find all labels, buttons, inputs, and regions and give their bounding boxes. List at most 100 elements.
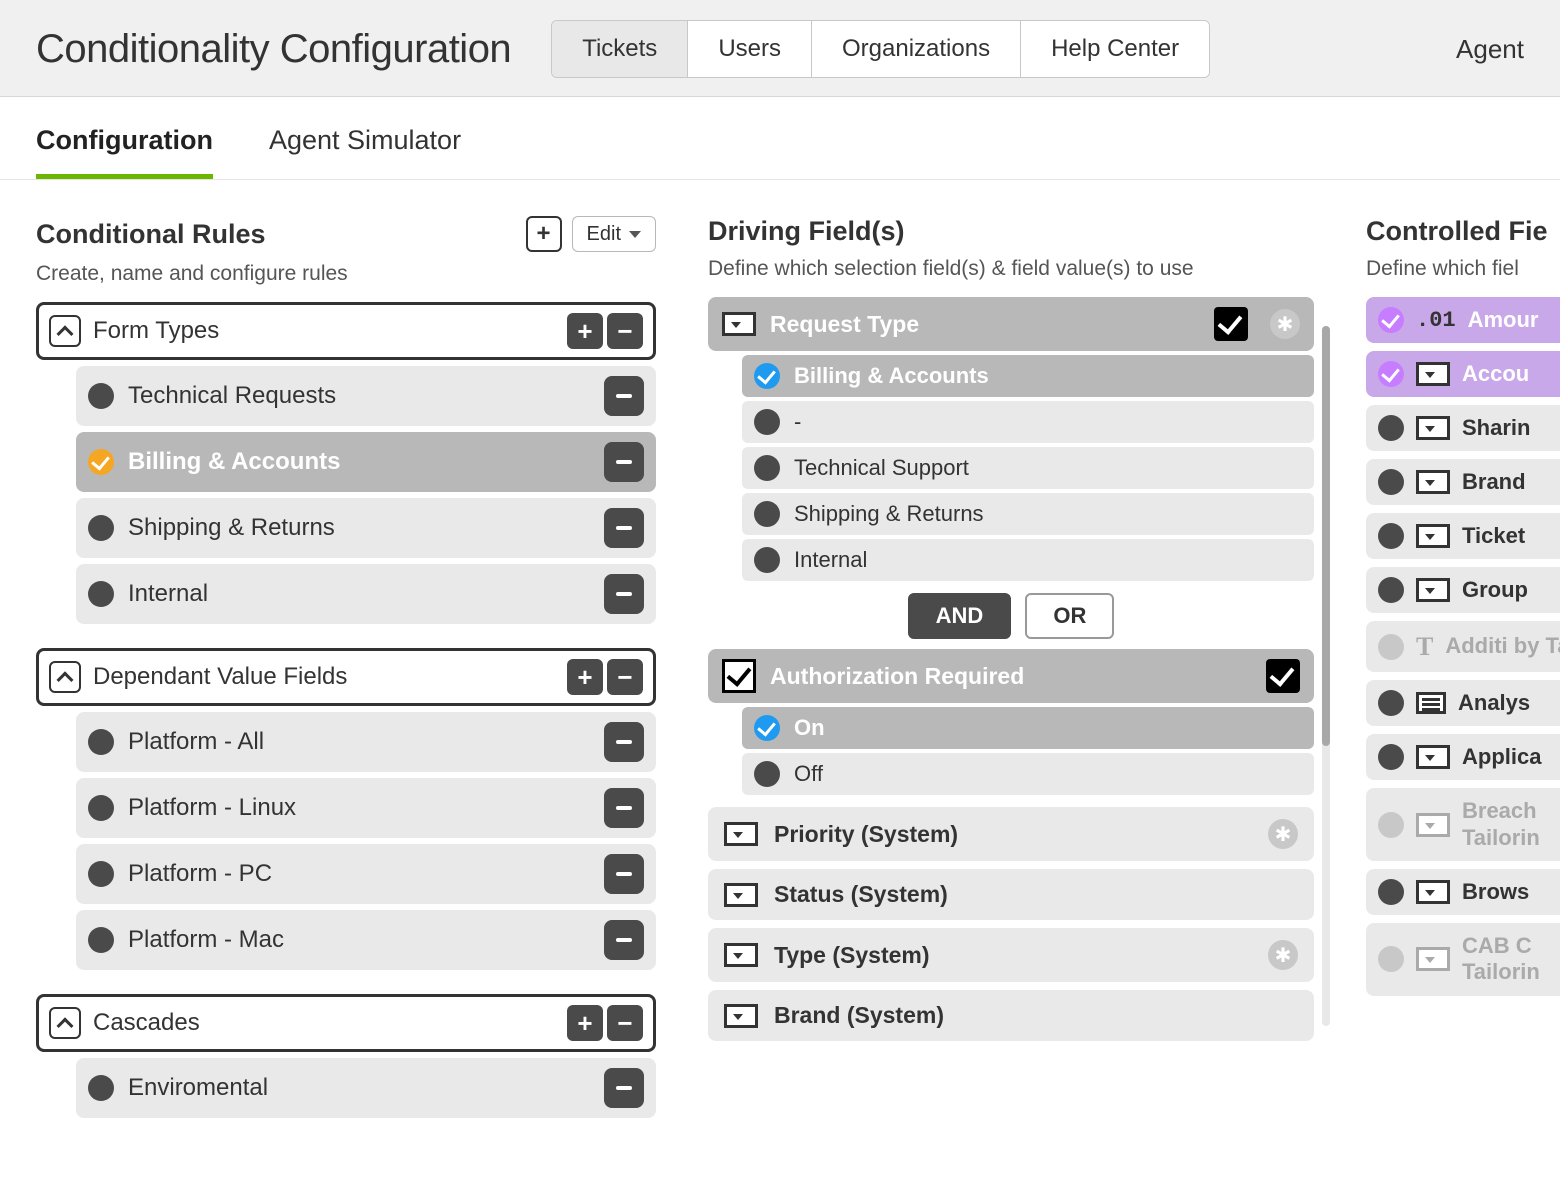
group-remove-button[interactable]: − — [607, 1005, 643, 1041]
logic-or-button[interactable]: OR — [1025, 593, 1114, 639]
field-label: Brows — [1462, 879, 1529, 905]
rule-shipping-returns[interactable]: Shipping & Returns — [76, 498, 656, 558]
logic-and-button[interactable]: AND — [908, 593, 1012, 639]
rule-platform-pc[interactable]: Platform - PC — [76, 844, 656, 904]
remove-rule-button[interactable] — [604, 376, 644, 416]
tab-help-center[interactable]: Help Center — [1021, 21, 1209, 77]
tab-users[interactable]: Users — [688, 21, 812, 77]
group-label: Dependant Value Fields — [93, 663, 347, 691]
controlled-breach[interactable]: Breach Tailorin — [1366, 788, 1560, 861]
field-label: Ticket — [1462, 523, 1525, 549]
system-field-status[interactable]: Status (System) — [708, 869, 1314, 920]
remove-rule-button[interactable] — [604, 442, 644, 482]
controlled-amount[interactable]: .01 Amour — [1366, 297, 1560, 343]
chevron-up-icon — [57, 325, 74, 342]
driving-field-authorization[interactable]: Authorization Required — [708, 649, 1314, 703]
controlled-analysis[interactable]: Analys — [1366, 680, 1560, 726]
controlled-brand[interactable]: Brand — [1366, 459, 1560, 505]
subtab-configuration[interactable]: Configuration — [36, 125, 213, 179]
controlled-account[interactable]: Accou — [1366, 351, 1560, 397]
group-add-button[interactable]: + — [567, 313, 603, 349]
dropdown-icon — [1416, 524, 1450, 548]
system-field-type[interactable]: Type (System) ✱ — [708, 928, 1314, 982]
remove-rule-button[interactable] — [604, 508, 644, 548]
tab-organizations[interactable]: Organizations — [812, 21, 1021, 77]
chevron-up-icon — [57, 671, 74, 688]
field-label: CAB C Tailorin — [1462, 933, 1560, 986]
value-label: Shipping & Returns — [794, 501, 984, 527]
add-rule-button[interactable]: + — [526, 216, 562, 252]
rule-label: Platform - PC — [128, 860, 272, 888]
value-label: Off — [794, 761, 823, 787]
rule-label: Technical Requests — [128, 382, 336, 410]
rule-platform-mac[interactable]: Platform - Mac — [76, 910, 656, 970]
edit-rules-button[interactable]: Edit — [572, 216, 656, 252]
rule-label: Enviromental — [128, 1074, 268, 1102]
star-badge-icon: ✱ — [1268, 940, 1298, 970]
rule-platform-all[interactable]: Platform - All — [76, 712, 656, 772]
remove-rule-button[interactable] — [604, 854, 644, 894]
system-field-priority[interactable]: Priority (System) ✱ — [708, 807, 1314, 861]
field-label: Analys — [1458, 690, 1530, 716]
field-label: Additi by Tail — [1445, 633, 1560, 659]
star-badge-icon: ✱ — [1270, 309, 1300, 339]
rule-label: Shipping & Returns — [128, 514, 335, 542]
field-checked-icon[interactable] — [1214, 307, 1248, 341]
rule-label: Internal — [128, 580, 208, 608]
controlled-ticket[interactable]: Ticket — [1366, 513, 1560, 559]
subtab-agent-simulator[interactable]: Agent Simulator — [269, 125, 461, 179]
tab-tickets[interactable]: Tickets — [552, 21, 688, 77]
collapse-cascades[interactable] — [49, 1007, 81, 1039]
scrollbar[interactable] — [1322, 326, 1330, 1026]
rule-label: Platform - All — [128, 728, 264, 756]
group-add-button[interactable]: + — [567, 659, 603, 695]
value-off[interactable]: Off — [742, 753, 1314, 795]
field-checked-icon[interactable] — [1266, 659, 1300, 693]
controlled-cab[interactable]: CAB C Tailorin — [1366, 923, 1560, 996]
collapse-form-types[interactable] — [49, 315, 81, 347]
controlled-browser[interactable]: Brows — [1366, 869, 1560, 915]
controlled-application[interactable]: Applica — [1366, 734, 1560, 780]
value-label: - — [794, 409, 801, 435]
main: Conditional Rules + Edit Create, name an… — [0, 180, 1560, 1142]
rule-label: Billing & Accounts — [128, 448, 340, 476]
group-add-button[interactable]: + — [567, 1005, 603, 1041]
edit-label: Edit — [587, 223, 621, 246]
value-billing-accounts[interactable]: Billing & Accounts — [742, 355, 1314, 397]
remove-rule-button[interactable] — [604, 920, 644, 960]
rule-billing-accounts[interactable]: Billing & Accounts — [76, 432, 656, 492]
controlled-group[interactable]: Group — [1366, 567, 1560, 613]
group-cascades[interactable]: Cascades + − — [36, 994, 656, 1052]
dropdown-icon — [1416, 470, 1450, 494]
controlled-title: Controlled Fie — [1366, 216, 1548, 247]
rule-internal[interactable]: Internal — [76, 564, 656, 624]
value-none[interactable]: - — [742, 401, 1314, 443]
dropdown-icon — [1416, 813, 1450, 837]
remove-rule-button[interactable] — [604, 1068, 644, 1108]
remove-rule-button[interactable] — [604, 722, 644, 762]
field-label: Accou — [1462, 361, 1529, 387]
driving-field-request-type[interactable]: Request Type ✱ — [708, 297, 1314, 351]
dot-icon — [1378, 415, 1404, 441]
value-technical-support[interactable]: Technical Support — [742, 447, 1314, 489]
group-remove-button[interactable]: − — [607, 313, 643, 349]
collapse-dependant[interactable] — [49, 661, 81, 693]
controlled-sharing[interactable]: Sharin — [1366, 405, 1560, 451]
rule-enviromental[interactable]: Enviromental — [76, 1058, 656, 1118]
remove-rule-button[interactable] — [604, 574, 644, 614]
value-label: Billing & Accounts — [794, 363, 989, 389]
group-remove-button[interactable]: − — [607, 659, 643, 695]
value-on[interactable]: On — [742, 707, 1314, 749]
value-shipping-returns[interactable]: Shipping & Returns — [742, 493, 1314, 535]
dropdown-icon — [724, 883, 758, 907]
driving-subtitle: Define which selection field(s) & field … — [708, 257, 1314, 281]
system-field-brand[interactable]: Brand (System) — [708, 990, 1314, 1041]
rule-technical-requests[interactable]: Technical Requests — [76, 366, 656, 426]
value-internal[interactable]: Internal — [742, 539, 1314, 581]
group-form-types[interactable]: Form Types + − — [36, 302, 656, 360]
scrollbar-thumb[interactable] — [1322, 326, 1330, 746]
group-dependant-value-fields[interactable]: Dependant Value Fields + − — [36, 648, 656, 706]
controlled-additional[interactable]: T Additi by Tail — [1366, 621, 1560, 672]
rule-platform-linux[interactable]: Platform - Linux — [76, 778, 656, 838]
remove-rule-button[interactable] — [604, 788, 644, 828]
